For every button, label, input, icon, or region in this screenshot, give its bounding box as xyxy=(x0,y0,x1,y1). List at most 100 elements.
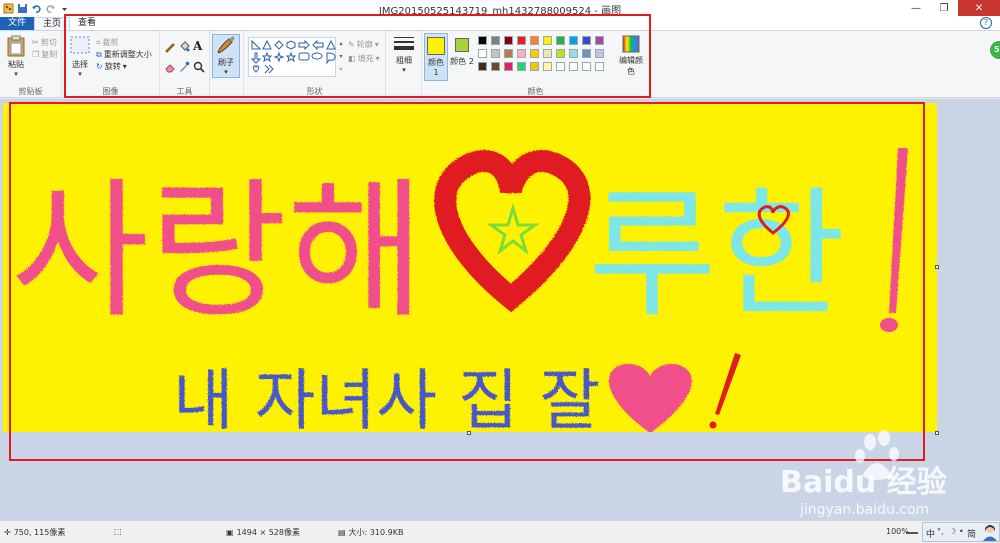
palette-swatch[interactable] xyxy=(582,62,591,71)
canvas-workarea[interactable]: 사랑해 루한 내 자녀사 집 잘 Baidu 经验 jingyan.baidu.… xyxy=(0,99,1000,520)
resize-handle-bottom[interactable] xyxy=(467,431,471,435)
artwork-exclamation-bar xyxy=(889,148,908,313)
palette-swatch[interactable] xyxy=(595,36,604,45)
palette-swatch[interactable] xyxy=(504,49,513,58)
colors-group-label: 颜色 xyxy=(527,87,544,96)
avatar[interactable] xyxy=(981,523,999,541)
palette-swatch[interactable] xyxy=(517,36,526,45)
fill-bucket-icon[interactable] xyxy=(178,41,190,53)
artwork-pink-heart xyxy=(608,364,692,432)
close-button[interactable]: ✕ xyxy=(958,0,1000,16)
palette-swatch[interactable] xyxy=(582,49,591,58)
resize-icon: ⧉ xyxy=(96,49,102,59)
palette-swatch[interactable] xyxy=(569,49,578,58)
tab-home[interactable]: 主页 xyxy=(34,17,71,30)
help-icon[interactable]: ? xyxy=(980,17,992,29)
select-button[interactable]: 选择 ▾ xyxy=(66,35,94,78)
shapes-gallery[interactable] xyxy=(248,37,336,77)
palette-swatch[interactable] xyxy=(582,36,591,45)
ime-moon-icon[interactable]: ☽ xyxy=(949,527,956,536)
palette-swatch[interactable] xyxy=(556,49,565,58)
palette-swatch[interactable] xyxy=(504,62,513,71)
copy-icon: ❐ xyxy=(32,50,40,59)
tab-view[interactable]: 查看 xyxy=(70,17,104,30)
palette-swatch[interactable] xyxy=(543,49,552,58)
crosshair-icon: ✛ xyxy=(4,528,11,537)
palette-swatch[interactable] xyxy=(569,36,578,45)
resize-handle-right[interactable] xyxy=(935,265,939,269)
copy-button[interactable]: ❐ 复制 xyxy=(32,49,57,60)
file-size: ▤ 大小: 310.9KB xyxy=(338,528,404,537)
text-tool-icon[interactable]: A xyxy=(193,39,202,53)
color1-button[interactable]: 颜色 1 xyxy=(424,33,448,81)
scissors-icon: ✂ xyxy=(32,38,39,47)
ime-punct-icon[interactable]: °, xyxy=(937,527,944,536)
color1-label: 颜色 1 xyxy=(428,58,444,77)
cut-button[interactable]: ✂ 剪切 xyxy=(32,37,57,48)
palette-swatch[interactable] xyxy=(491,62,500,71)
eraser-icon[interactable] xyxy=(164,61,176,73)
edit-colors-label: 编辑颜色 xyxy=(619,56,643,76)
palette-swatch[interactable] xyxy=(491,49,500,58)
ribbon: 粘贴 ▾ ✂ 剪切 ❐ 复制 剪贴板 选择 ▾ ⌗ 裁剪 ⧉ 重新调整大小 ↻ 旋转 ▾ 图… xyxy=(0,30,1000,99)
palette-swatch[interactable] xyxy=(530,36,539,45)
clipboard-group: 粘贴 ▾ ✂ 剪切 ❐ 复制 剪贴板 xyxy=(0,31,62,99)
ime-toolbar[interactable]: 中 °, ☽ • 简 xyxy=(922,522,1000,542)
select-dropdown-icon[interactable]: ▾ xyxy=(66,70,94,78)
maximize-button[interactable]: ❐ xyxy=(930,0,958,16)
palette-swatch[interactable] xyxy=(478,36,487,45)
magnifier-icon[interactable] xyxy=(193,61,205,73)
palette-swatch[interactable] xyxy=(556,62,565,71)
palette-swatch[interactable] xyxy=(530,49,539,58)
pencil-icon[interactable] xyxy=(164,41,176,53)
crop-button[interactable]: ⌗ 裁剪 xyxy=(96,37,119,48)
dimensions-icon: ▣ xyxy=(226,528,234,537)
ime-mode[interactable]: 中 xyxy=(926,527,935,540)
ime-dot-icon[interactable]: • xyxy=(959,527,964,536)
image-group-label: 图像 xyxy=(102,87,119,96)
minimize-button[interactable]: — xyxy=(902,0,930,16)
rotate-button[interactable]: ↻ 旋转 ▾ xyxy=(96,61,127,72)
palette-swatch[interactable] xyxy=(478,62,487,71)
shapes-scroll[interactable]: ▴ ▾ ▿ xyxy=(337,37,345,77)
edit-colors-button[interactable]: 编辑颜色 xyxy=(616,35,646,77)
line-size-icon xyxy=(394,37,414,50)
palette-swatch[interactable] xyxy=(595,62,604,71)
rotate-dropdown-icon: ▾ xyxy=(122,62,127,71)
color2-button[interactable]: 颜色 2 xyxy=(450,33,474,81)
palette-swatch[interactable] xyxy=(543,62,552,71)
artwork-red-dot xyxy=(709,421,717,429)
title-bar: IMG20150525143719_mh1432788009524 - 画图 —… xyxy=(0,0,1000,17)
palette-swatch[interactable] xyxy=(556,36,565,45)
drawing-canvas[interactable]: 사랑해 루한 내 자녀사 집 잘 xyxy=(3,103,937,432)
brushes-label: 刷子 xyxy=(218,58,234,67)
brushes-button[interactable]: 刷子 ▾ xyxy=(212,34,240,78)
artwork: 사랑해 루한 내 자녀사 집 잘 xyxy=(11,148,908,432)
paste-dropdown-icon[interactable]: ▾ xyxy=(4,70,28,78)
palette-swatch[interactable] xyxy=(491,36,500,45)
clipboard-icon xyxy=(7,35,25,57)
palette-swatch[interactable] xyxy=(504,36,513,45)
notification-badge[interactable]: 51 xyxy=(988,39,1000,61)
outline-button[interactable]: ✎ 轮廓 ▾ xyxy=(348,39,379,50)
size-button[interactable]: 粗细 ▾ xyxy=(390,35,418,74)
palette-swatch[interactable] xyxy=(569,62,578,71)
fill-button[interactable]: ◧ 填充 ▾ xyxy=(348,53,380,64)
shapes-gallery-icons xyxy=(250,39,336,74)
color-picker-icon[interactable] xyxy=(178,61,190,73)
palette-swatch[interactable] xyxy=(530,62,539,71)
paste-label: 粘贴 xyxy=(8,60,24,69)
tab-file[interactable]: 文件 xyxy=(0,17,35,30)
palette-swatch[interactable] xyxy=(517,49,526,58)
palette-swatch[interactable] xyxy=(478,49,487,58)
palette-swatch[interactable] xyxy=(543,36,552,45)
paste-button[interactable]: 粘贴 ▾ xyxy=(4,35,28,78)
palette-swatch[interactable] xyxy=(517,62,526,71)
watermark-brand: Baidu 经验 xyxy=(780,465,947,500)
palette-swatch[interactable] xyxy=(595,49,604,58)
ime-label[interactable]: 简 xyxy=(967,527,976,540)
image-group: 选择 ▾ ⌗ 裁剪 ⧉ 重新调整大小 ↻ 旋转 ▾ 图像 xyxy=(62,31,160,99)
resize-button[interactable]: ⧉ 重新调整大小 xyxy=(96,49,152,60)
color2-swatch xyxy=(455,38,469,52)
selection-size: ⬚ xyxy=(114,527,122,536)
